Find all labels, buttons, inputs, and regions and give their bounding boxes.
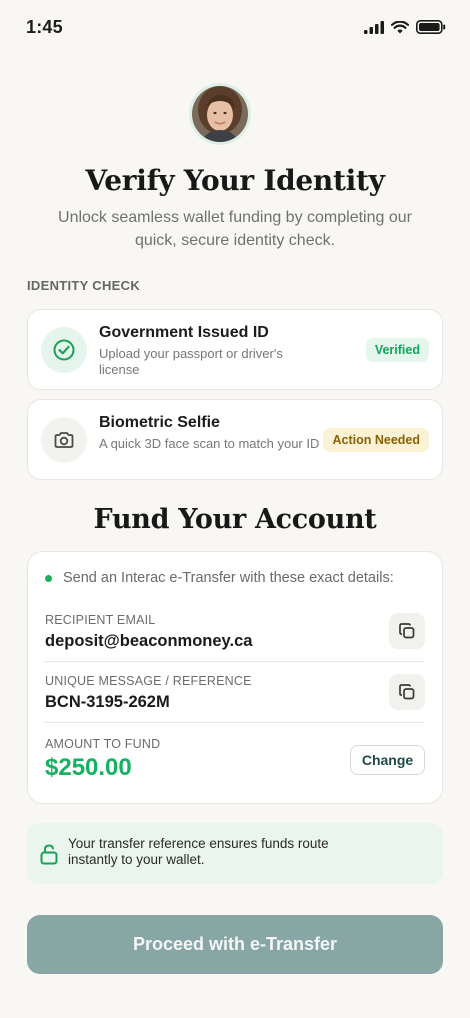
identity-check-label: IDENTITY CHECK: [27, 278, 141, 293]
divider: [45, 722, 425, 723]
verified-badge: Verified: [365, 338, 429, 362]
page-subtitle: Unlock seamless wallet funding by comple…: [58, 209, 412, 249]
transfer-note-text: Send an Interac e-Transfer with these ex…: [63, 570, 394, 586]
page-title: Verify Your Identity: [85, 164, 385, 197]
signal-icon: [364, 20, 384, 34]
status-bar: 1:45: [0, 0, 470, 54]
copy-icon: [399, 684, 415, 700]
status-time: 1:45: [26, 16, 63, 37]
biometric-selfie-title: Biometric Selfie: [99, 414, 220, 431]
recipient-email-row: RECIPIENT EMAIL deposit@beaconmoney.ca: [45, 613, 425, 651]
recipient-email-label: RECIPIENT EMAIL: [45, 613, 156, 627]
change-amount-button[interactable]: Change: [350, 745, 425, 775]
status-icons: [364, 20, 446, 34]
action-needed-badge: Action Needed: [323, 428, 429, 452]
copy-reference-button[interactable]: [389, 674, 425, 710]
fund-account-title: Fund Your Account: [93, 504, 377, 535]
secure-note-text: Your transfer reference ensures funds ro…: [68, 836, 329, 867]
copy-icon: [399, 623, 415, 639]
biometric-selfie-card[interactable]: Biometric Selfie A quick 3D face scan to…: [27, 399, 443, 480]
government-id-card[interactable]: Government Issued ID Upload your passpor…: [27, 309, 443, 390]
transfer-note: Send an Interac e-Transfer with these ex…: [45, 570, 394, 586]
wifi-icon: [391, 20, 409, 33]
camera-icon: [41, 417, 87, 463]
avatar: [192, 86, 248, 142]
government-id-title: Government Issued ID: [99, 324, 269, 341]
proceed-button[interactable]: Proceed with e-Transfer: [27, 915, 443, 974]
status-dot: [45, 574, 52, 582]
reference-label: UNIQUE MESSAGE / REFERENCE: [45, 674, 252, 688]
recipient-email-value: deposit@beaconmoney.ca: [45, 632, 253, 650]
reference-row: UNIQUE MESSAGE / REFERENCE BCN-3195-262M: [45, 674, 425, 712]
battery-icon: [416, 20, 446, 34]
government-id-description: Upload your passport or driver's license: [99, 346, 283, 377]
biometric-selfie-description: A quick 3D face scan to match your ID: [99, 436, 320, 451]
avatar-frame: [189, 83, 251, 145]
reference-value: BCN-3195-262M: [45, 693, 170, 711]
check-circle-icon: [41, 327, 87, 373]
unlock-icon: [40, 844, 58, 865]
divider: [45, 661, 425, 662]
transfer-details-card: Send an Interac e-Transfer with these ex…: [27, 551, 443, 804]
secure-transfer-note: Your transfer reference ensures funds ro…: [27, 823, 443, 884]
copy-email-button[interactable]: [389, 613, 425, 649]
